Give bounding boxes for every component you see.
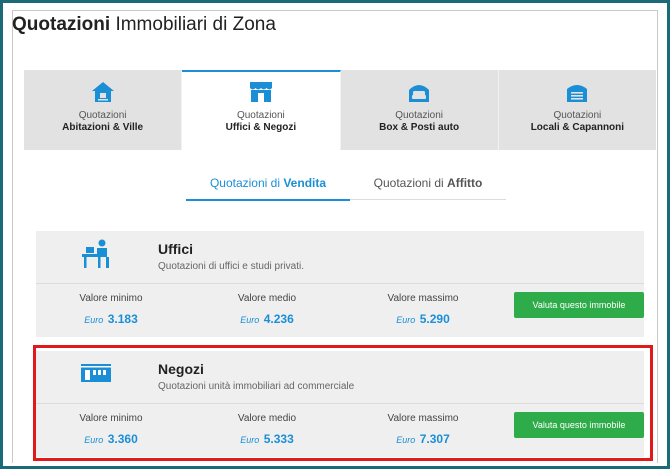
tab-vendita-bold: Vendita xyxy=(283,176,327,190)
tab-affitto-bold: Affitto xyxy=(447,176,483,190)
avg-value: Valore medio Euro 4.236 xyxy=(192,293,342,328)
tab-box-posti-auto[interactable]: Quotazioni Box & Posti auto xyxy=(340,70,499,150)
title-bold: Quotazioni xyxy=(12,14,111,35)
tab-line1: Quotazioni xyxy=(236,110,285,121)
currency-label: Euro xyxy=(84,435,104,445)
card-title: Negozi xyxy=(158,361,204,377)
category-tabs: Quotazioni Abitazioni & Ville Quotazioni… xyxy=(24,70,656,150)
card-description: Quotazioni di uffici e studi privati. xyxy=(158,261,305,272)
avg-value: Valore medio Euro 5.333 xyxy=(192,413,342,448)
card-negozi: Negozi Quotazioni unità immobiliari ad c… xyxy=(36,351,644,457)
tab-vendita[interactable]: Quotazioni di Vendita xyxy=(186,176,350,201)
tab-affitto[interactable]: Quotazioni di Affitto xyxy=(350,176,506,200)
tab-vendita-prefix: Quotazioni di xyxy=(209,176,280,190)
min-label: Valore minimo xyxy=(79,293,143,304)
currency-label: Euro xyxy=(396,315,416,325)
card-uffici: Uffici Quotazioni di uffici e studi priv… xyxy=(36,231,644,337)
min-value: Valore minimo Euro 3.183 xyxy=(36,293,186,328)
min-amount: 3.360 xyxy=(107,432,138,446)
page-title: Quotazioni Immobiliari di Zona xyxy=(12,14,276,36)
currency-label: Euro xyxy=(84,315,104,325)
min-value: Valore minimo Euro 3.360 xyxy=(36,413,186,448)
tab-uffici-negozi[interactable]: Quotazioni Uffici & Negozi xyxy=(182,70,341,150)
avg-amount: 5.333 xyxy=(263,432,294,446)
avg-label: Valore medio xyxy=(237,413,297,424)
tab-line1: Quotazioni xyxy=(78,110,127,121)
max-amount: 7.307 xyxy=(419,432,450,446)
min-label: Valore minimo xyxy=(79,413,143,424)
currency-label: Euro xyxy=(396,435,416,445)
card-description: Quotazioni unità immobiliari ad commerci… xyxy=(158,381,355,392)
title-rest: Immobiliari di Zona xyxy=(115,14,276,35)
max-label: Valore massimo xyxy=(387,413,459,424)
car-garage-icon xyxy=(341,80,498,106)
card-title: Uffici xyxy=(158,241,193,257)
max-amount: 5.290 xyxy=(419,312,450,326)
tab-abitazioni-ville[interactable]: Quotazioni Abitazioni & Ville xyxy=(24,70,183,150)
max-label: Valore massimo xyxy=(387,293,459,304)
currency-label: Euro xyxy=(240,435,260,445)
tab-line2: Box & Posti auto xyxy=(379,122,460,133)
card-divider xyxy=(36,403,644,404)
tab-line1: Quotazioni xyxy=(395,110,444,121)
storefront-icon xyxy=(80,363,114,388)
valuta-button[interactable]: Valuta questo immobile xyxy=(514,292,644,318)
currency-label: Euro xyxy=(240,315,260,325)
valuta-button[interactable]: Valuta questo immobile xyxy=(514,412,644,438)
card-divider xyxy=(36,283,644,284)
min-amount: 3.183 xyxy=(107,312,138,326)
avg-label: Valore medio xyxy=(237,293,297,304)
house-icon xyxy=(24,80,181,106)
card-header: Negozi Quotazioni unità immobiliari ad c… xyxy=(36,351,644,403)
office-desk-icon xyxy=(80,239,114,274)
tab-locali-capannoni[interactable]: Quotazioni Locali & Capannoni xyxy=(498,70,656,150)
tab-affitto-prefix: Quotazioni di xyxy=(373,176,444,190)
sale-rent-tabs: Quotazioni di Vendita Quotazioni di Affi… xyxy=(186,176,506,206)
avg-amount: 4.236 xyxy=(263,312,294,326)
tab-line2: Abitazioni & Ville xyxy=(62,122,144,133)
tab-line2: Locali & Capannoni xyxy=(530,122,625,133)
card-header: Uffici Quotazioni di uffici e studi priv… xyxy=(36,231,644,283)
tab-line1: Quotazioni xyxy=(553,110,602,121)
tab-line2: Uffici & Negozi xyxy=(225,122,297,133)
warehouse-icon xyxy=(499,80,656,106)
max-value: Valore massimo Euro 5.290 xyxy=(348,293,498,328)
shop-icon xyxy=(182,80,339,106)
max-value: Valore massimo Euro 7.307 xyxy=(348,413,498,448)
